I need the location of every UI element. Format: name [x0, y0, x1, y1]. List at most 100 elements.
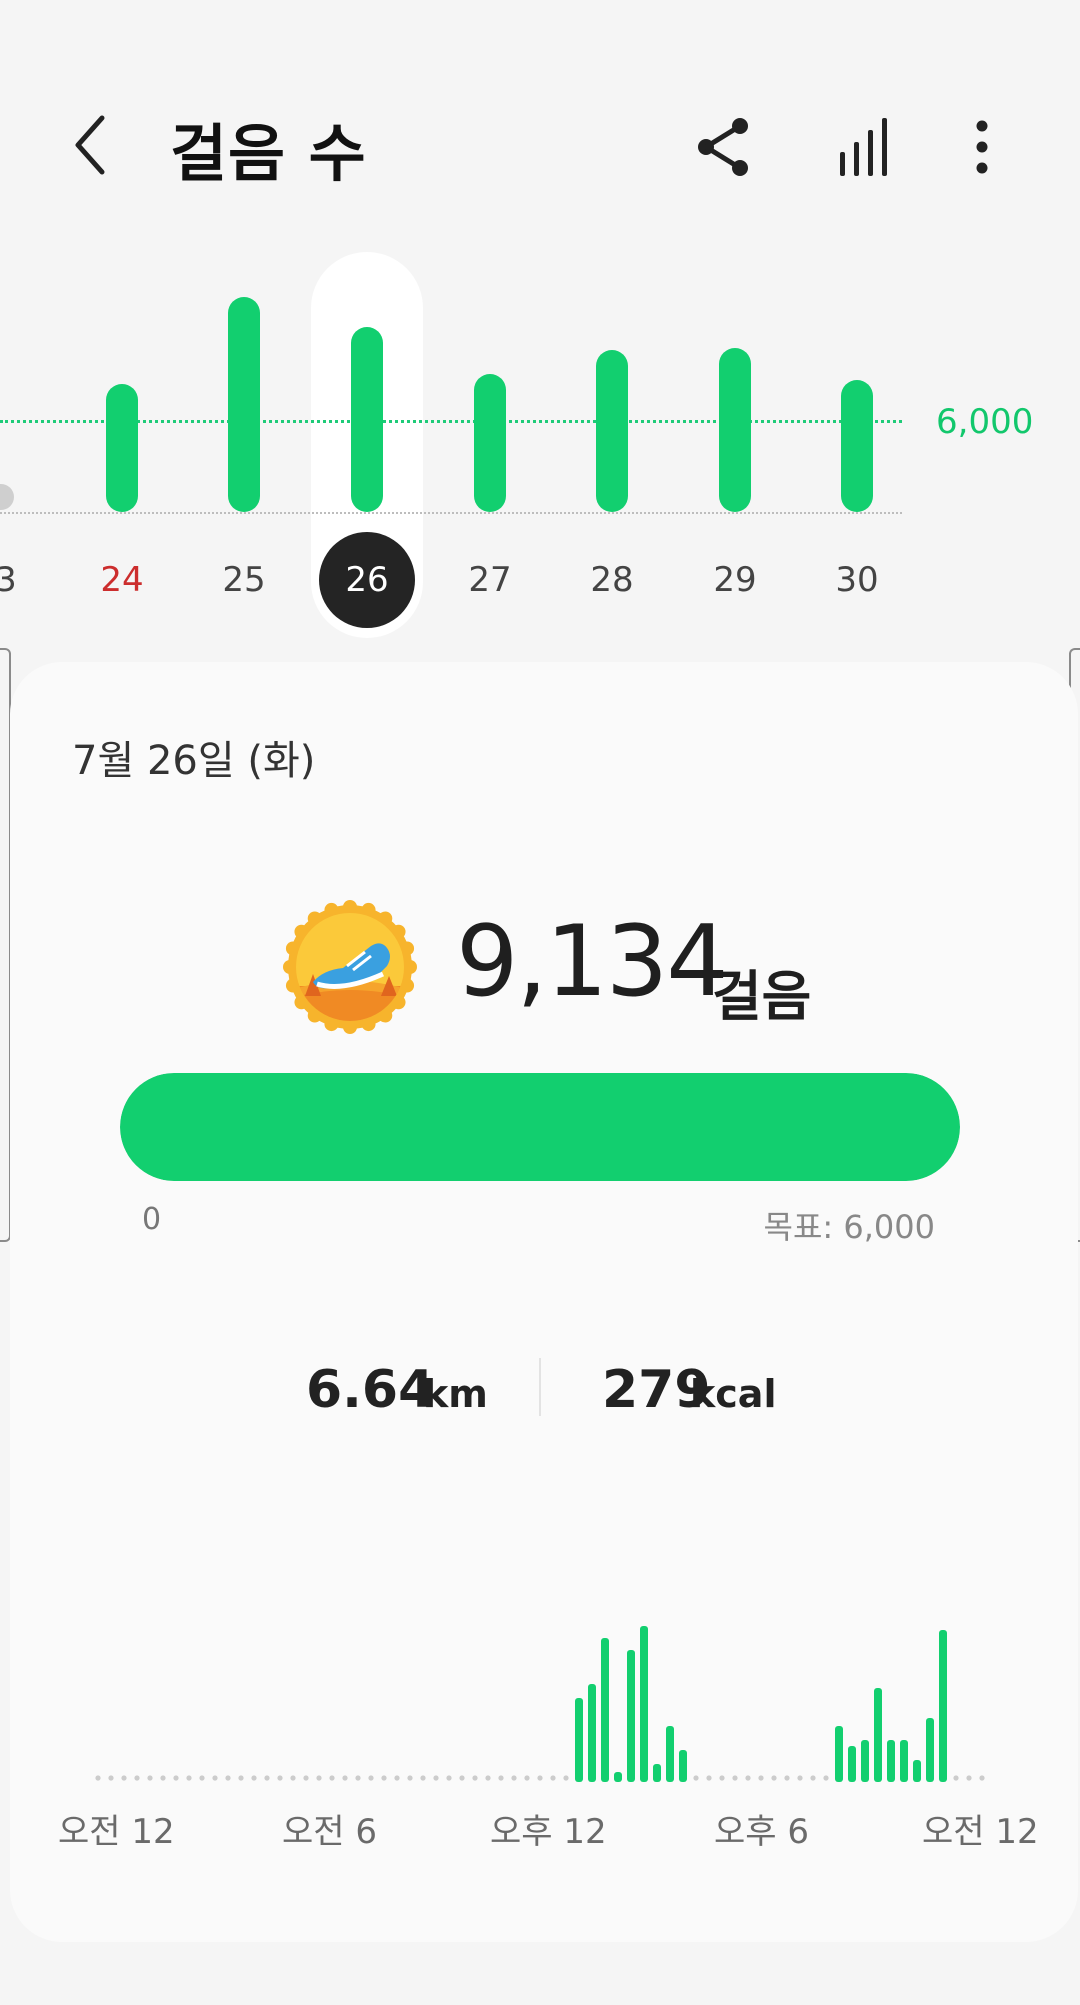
- baseline-dot: [264, 1775, 270, 1781]
- steps-unit: 걸음: [712, 965, 812, 1028]
- selected-date: 7월 26일 (화): [72, 738, 316, 784]
- baseline-dot: [342, 1775, 348, 1781]
- baseline-dot: [433, 1775, 439, 1781]
- distance-unit: km: [423, 1372, 488, 1416]
- hourly-bar: [653, 1764, 661, 1782]
- hourly-bar: [588, 1684, 596, 1782]
- trend-button[interactable]: [834, 112, 894, 182]
- baseline-dot: [160, 1775, 166, 1781]
- previous-day-marker: [0, 484, 14, 510]
- day-label-28[interactable]: 28: [572, 560, 652, 600]
- baseline-dot: [719, 1775, 725, 1781]
- goal-progress-bar: [120, 1073, 960, 1181]
- day-bar-29[interactable]: [719, 348, 751, 512]
- goal-progress-fill: [120, 1073, 960, 1181]
- day-bar-25[interactable]: [228, 297, 260, 512]
- baseline-dot: [238, 1775, 244, 1781]
- baseline-dot: [537, 1775, 543, 1781]
- baseline-dot: [329, 1775, 335, 1781]
- hourly-bar: [627, 1650, 635, 1782]
- more-vert-icon: [976, 120, 988, 174]
- baseline-dot: [563, 1775, 569, 1781]
- baseline-dot: [797, 1775, 803, 1781]
- hourly-bar: [861, 1740, 869, 1782]
- day-bar-28[interactable]: [596, 350, 628, 512]
- baseline-dot: [95, 1775, 101, 1781]
- day-label-29[interactable]: 29: [695, 560, 775, 600]
- calories-unit: kcal: [690, 1372, 777, 1416]
- progress-goal-label: 목표: 6,000: [763, 1208, 935, 1246]
- day-bar-26[interactable]: [351, 327, 383, 512]
- baseline-dot: [771, 1775, 777, 1781]
- baseline-dot: [251, 1775, 257, 1781]
- baseline-dot: [966, 1775, 972, 1781]
- time-axis-label: 오전 12: [58, 1812, 175, 1852]
- hourly-bar: [575, 1698, 583, 1782]
- time-axis-label: 오후 6: [714, 1812, 809, 1852]
- baseline-dot: [810, 1775, 816, 1781]
- back-button[interactable]: [62, 110, 122, 180]
- page-title: 걸음 수: [170, 117, 367, 190]
- baseline-dot: [108, 1775, 114, 1781]
- hourly-bar: [614, 1772, 622, 1782]
- day-bar-27[interactable]: [474, 374, 506, 512]
- hourly-bar: [679, 1750, 687, 1782]
- baseline: [0, 512, 902, 514]
- time-axis-label: 오후 12: [490, 1812, 607, 1852]
- baseline-dot: [394, 1775, 400, 1781]
- baseline-dot: [212, 1775, 218, 1781]
- weekly-steps-chart[interactable]: 6,000 3 24 25 26 27 28 29 30: [0, 240, 1080, 640]
- day-bar-30[interactable]: [841, 380, 873, 512]
- day-label-24[interactable]: 24: [82, 560, 162, 600]
- hourly-bar: [835, 1726, 843, 1782]
- baseline-dot: [355, 1775, 361, 1781]
- day-bar-24[interactable]: [106, 384, 138, 512]
- hourly-bar: [887, 1740, 895, 1782]
- app-header: 걸음 수: [0, 0, 1080, 250]
- baseline-dot: [693, 1775, 699, 1781]
- back-arrow-icon: [75, 115, 105, 175]
- hourly-bar: [926, 1718, 934, 1782]
- baseline-dot: [316, 1775, 322, 1781]
- day-label-26[interactable]: 26: [327, 560, 407, 600]
- baseline-dot: [823, 1775, 829, 1781]
- distance-value: 6.64: [306, 1360, 435, 1420]
- baseline-dot: [758, 1775, 764, 1781]
- hourly-bar: [913, 1760, 921, 1782]
- share-icon: [698, 118, 748, 176]
- baseline-dot: [511, 1775, 517, 1781]
- baseline-dot: [303, 1775, 309, 1781]
- baseline-dot: [979, 1775, 985, 1781]
- day-label-3[interactable]: 3: [0, 560, 46, 600]
- day-label-30[interactable]: 30: [817, 560, 897, 600]
- baseline-dot: [498, 1775, 504, 1781]
- baseline-dot: [784, 1775, 790, 1781]
- baseline-dot: [199, 1775, 205, 1781]
- hourly-bar: [601, 1638, 609, 1782]
- baseline-dot: [290, 1775, 296, 1781]
- baseline-dot: [706, 1775, 712, 1781]
- baseline-dot: [953, 1775, 959, 1781]
- day-label-27[interactable]: 27: [450, 560, 530, 600]
- baseline-dot: [173, 1775, 179, 1781]
- time-axis-label: 오전 6: [282, 1812, 377, 1852]
- baseline-dot: [459, 1775, 465, 1781]
- baseline-dot: [368, 1775, 374, 1781]
- hourly-bar: [939, 1630, 947, 1782]
- baseline-dot: [485, 1775, 491, 1781]
- day-label-25[interactable]: 25: [204, 560, 284, 600]
- progress-min-label: 0: [142, 1202, 162, 1237]
- baseline-dot: [134, 1775, 140, 1781]
- hourly-bar: [848, 1746, 856, 1782]
- more-options-button[interactable]: [952, 112, 1012, 182]
- baseline-dot: [186, 1775, 192, 1781]
- running-shoe-badge-icon: [283, 900, 417, 1034]
- share-button[interactable]: [694, 112, 754, 182]
- baseline-dot: [446, 1775, 452, 1781]
- baseline-dot: [524, 1775, 530, 1781]
- hourly-bar: [640, 1626, 648, 1782]
- baseline-dot: [381, 1775, 387, 1781]
- hourly-bar: [900, 1740, 908, 1782]
- baseline-dot: [121, 1775, 127, 1781]
- steps-count: 9,134: [456, 905, 729, 1019]
